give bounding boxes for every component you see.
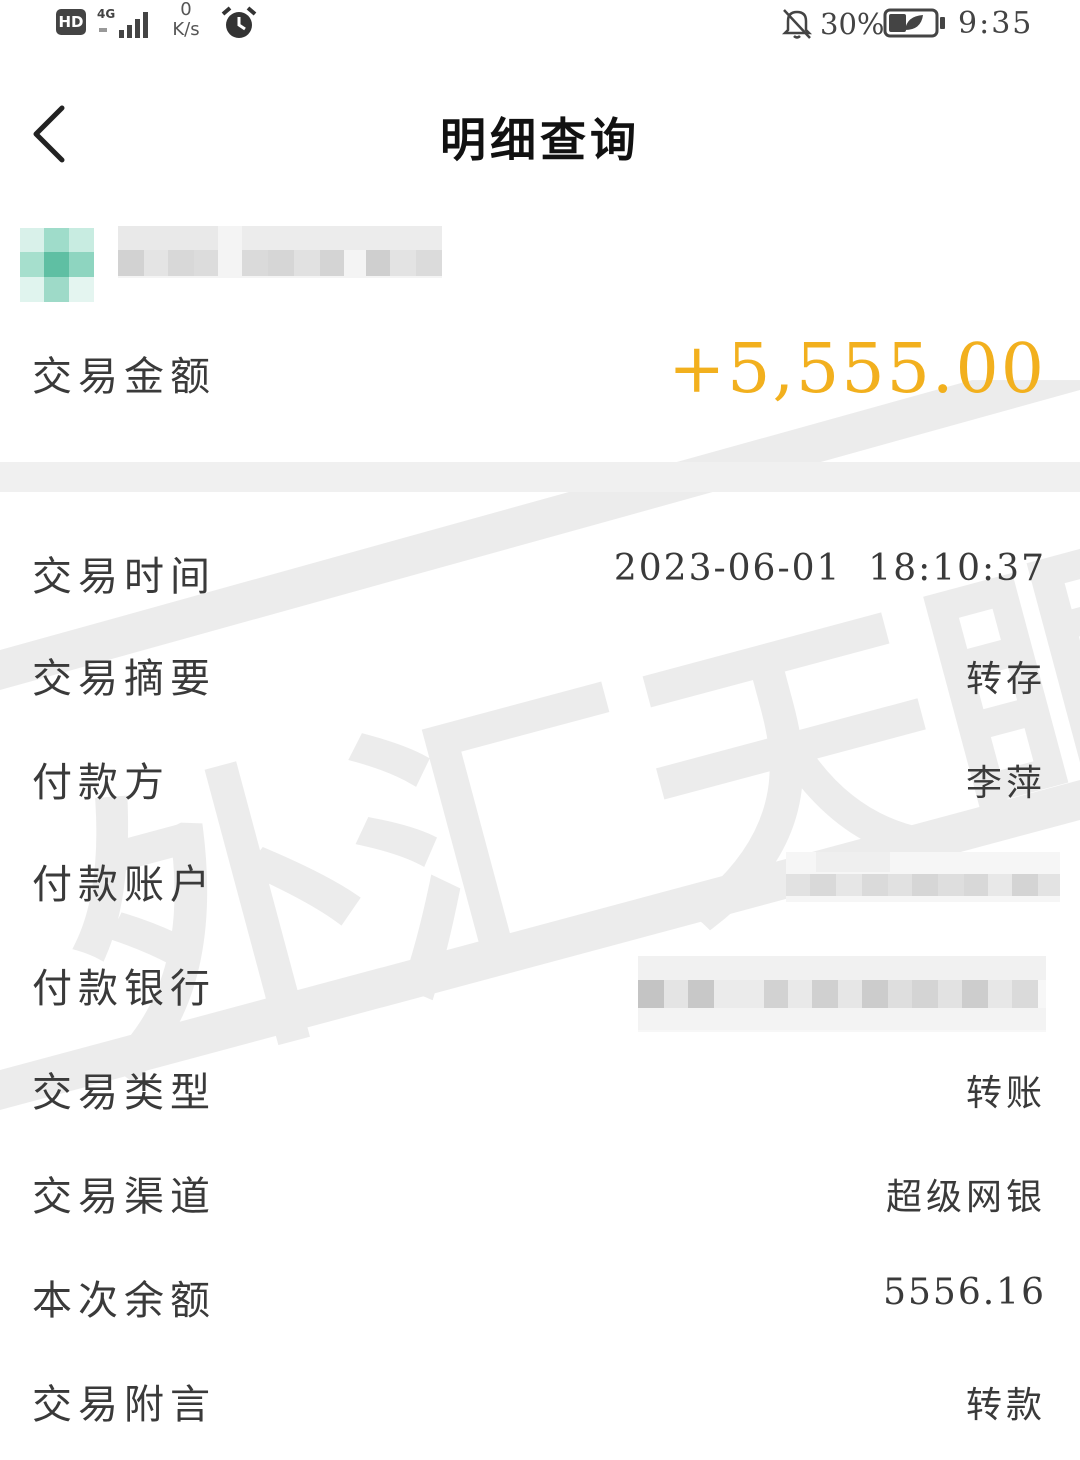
detail-row-payer: 付款方 李萍 [0,724,1080,828]
detail-label: 交易类型 [32,1070,216,1116]
amount-label: 交易金额 [32,354,216,400]
detail-row-type: 交易类型 转账 [0,1034,1080,1138]
account-name-redacted [118,226,442,278]
hd-badge: HD [56,9,86,35]
clock: 9:35 [958,6,1034,41]
detail-row-balance: 本次余额 5556.16 [0,1242,1080,1346]
detail-label: 交易渠道 [32,1174,216,1220]
battery-icon [883,8,945,38]
battery-percent: 30% [820,7,885,41]
detail-label: 本次余额 [32,1278,216,1324]
detail-value: 2023-06-01 18:10:37 [613,548,1046,589]
bank-logo [20,228,94,302]
network-speed: 0 K/s [172,0,200,40]
detail-value: 转存 [965,659,1046,700]
payer-account-redacted [786,852,1060,902]
amount-value: +5,555.00 [668,330,1046,409]
detail-label: 交易摘要 [32,656,216,702]
status-bar: HD 4G 0 K/s 30% 9:35 [0,0,1080,58]
detail-row-payer-account: 付款账户 [0,826,1080,930]
detail-row-summary: 交易摘要 转存 [0,620,1080,724]
detail-row-time: 交易时间 2023-06-01 18:10:37 [0,518,1080,622]
svg-text:4G: 4G [97,7,115,21]
detail-value: 超级网银 [885,1177,1046,1218]
detail-value: 转款 [965,1385,1046,1426]
section-divider [0,462,1080,492]
detail-label: 付款账户 [32,862,216,908]
detail-label: 交易时间 [32,554,216,600]
payer-bank-redacted [638,956,1046,1032]
detail-value: 李萍 [965,763,1046,804]
page-header: 明细查询 [0,80,1080,190]
signal-icon: 4G [97,7,148,38]
detail-label: 付款方 [32,760,170,806]
detail-value: 转账 [965,1073,1046,1114]
detail-row-channel: 交易渠道 超级网银 [0,1138,1080,1242]
page-title: 明细查询 [440,113,640,167]
alarm-icon [221,6,257,38]
detail-row-remark: 交易附言 转款 [0,1346,1080,1450]
detail-row-payer-bank: 付款银行 [0,930,1080,1034]
detail-label: 交易附言 [32,1382,216,1428]
mute-icon [781,9,813,39]
detail-label: 付款银行 [32,966,216,1012]
detail-value: 5556.16 [883,1272,1046,1313]
